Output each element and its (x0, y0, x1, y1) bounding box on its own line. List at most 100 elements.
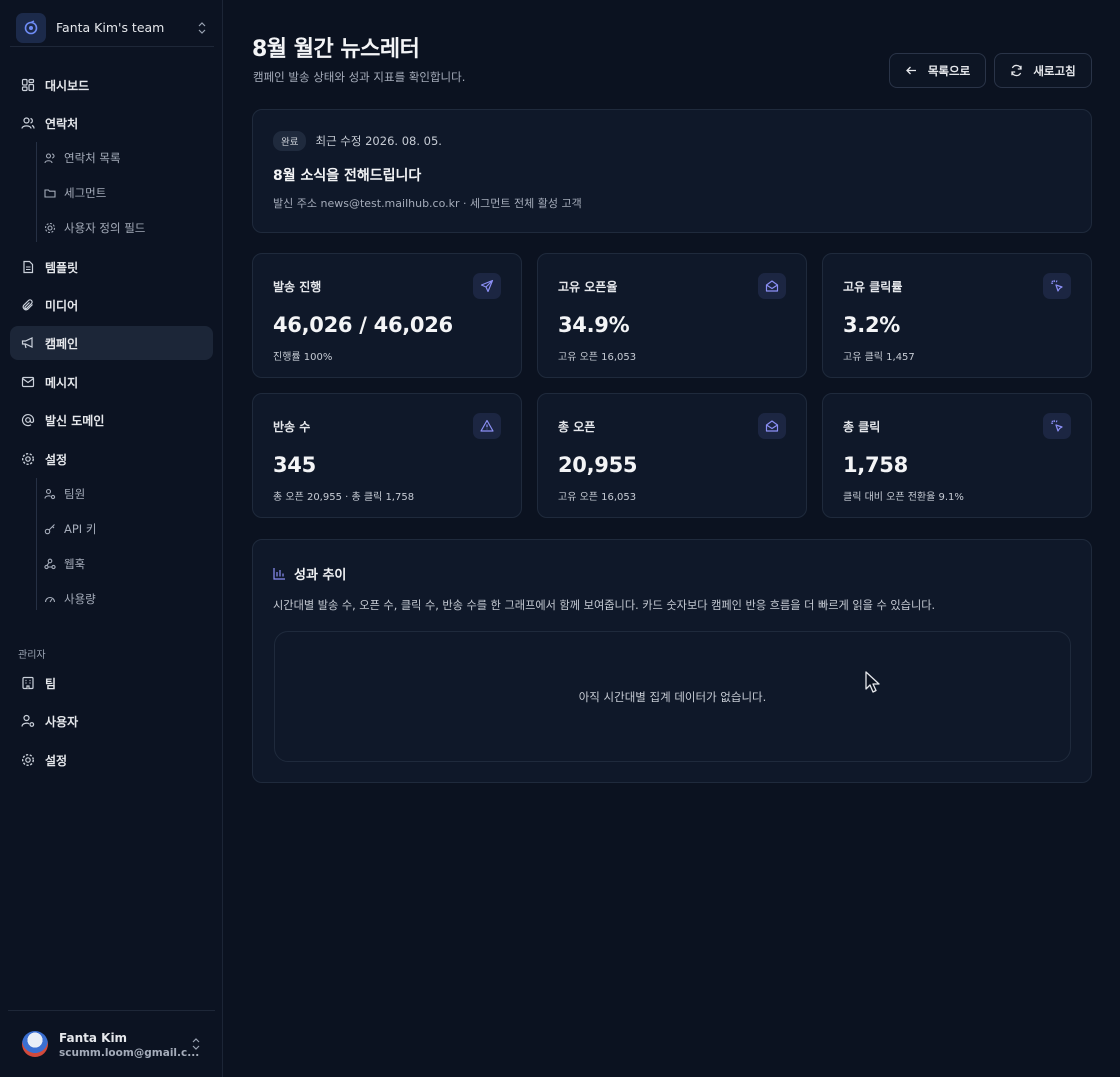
stat-sub: 총 오픈 20,955 · 총 클릭 1,758 (273, 492, 415, 503)
nav-messages-label: 메시지 (45, 375, 79, 390)
performance-trend-card: 성과 추이 시간대별 발송 수, 오픈 수, 클릭 수, 반송 수를 한 그래프… (252, 539, 1092, 783)
campaign-summary-card: 완료 최근 수정 2026. 08. 05. 8월 소식을 전해드립니다 발신 … (252, 109, 1092, 233)
nav-admin-users-label: 사용자 (45, 714, 79, 729)
nav-api-keys-label: API 키 (64, 522, 97, 536)
key-icon (44, 524, 55, 535)
nav-media[interactable]: 미디어 (10, 288, 213, 322)
nav-usage[interactable]: 사용량 (44, 584, 96, 614)
status-badge: 완료 (273, 131, 307, 151)
stat-sub: 고유 오픈 16,053 (558, 492, 637, 503)
nav-dashboard[interactable]: 대시보드 (10, 68, 213, 102)
nav-domains[interactable]: 발신 도메인 (10, 403, 213, 437)
warning-icon (473, 413, 501, 439)
stat-sub: 고유 클릭 1,457 (843, 352, 915, 363)
nav-admin-users[interactable]: 사용자 (10, 704, 213, 738)
mail-icon (21, 376, 35, 388)
click-icon (1043, 413, 1071, 439)
nav-usage-label: 사용량 (64, 592, 96, 606)
last-modified: 최근 수정 2026. 08. 05. (315, 134, 442, 148)
nav-webhooks-label: 웹훅 (64, 557, 86, 571)
stat-sub: 진행률 100% (273, 352, 333, 363)
mouse-cursor-icon (865, 671, 880, 693)
nav-admin-team[interactable]: 팀 (10, 666, 213, 700)
chevron-updown-icon (198, 21, 206, 34)
nav-admin-settings-label: 설정 (45, 753, 68, 768)
avatar (22, 1031, 48, 1057)
mail-open-icon (758, 413, 786, 439)
users-icon (21, 117, 35, 129)
nav-campaigns-label: 캠페인 (45, 336, 79, 351)
send-icon (473, 273, 501, 299)
paperclip-icon (22, 299, 33, 311)
stat-value: 3.2% (843, 313, 901, 337)
nav-campaigns[interactable]: 캠페인 (10, 326, 213, 360)
webhook-icon (44, 558, 56, 570)
folder-icon (44, 189, 56, 198)
user-cog-icon (44, 488, 56, 500)
stat-value: 345 (273, 453, 316, 477)
megaphone-icon (21, 337, 33, 349)
nav-custom-fields[interactable]: 사용자 정의 필드 (44, 213, 145, 243)
back-to-list-button[interactable]: 목록으로 (889, 53, 986, 88)
empty-state-text: 아직 시간대별 집계 데이터가 없습니다. (578, 689, 767, 704)
stat-label: 발송 진행 (273, 280, 322, 294)
building-icon (22, 676, 34, 690)
gauge-icon (44, 596, 56, 603)
nav-segments[interactable]: 세그먼트 (44, 178, 106, 208)
nav-media-label: 미디어 (45, 298, 79, 313)
gear-icon (21, 753, 35, 767)
chart-empty-state: 아직 시간대별 집계 데이터가 없습니다. (274, 631, 1071, 762)
sidebar: Fanta Kim's team 대시보드 연락처 연락처 목록 세그먼트 사용… (0, 0, 223, 1077)
click-icon (1043, 273, 1071, 299)
refresh-button-label: 새로고침 (1033, 63, 1076, 78)
trend-title: 성과 추이 (294, 568, 347, 583)
stat-label: 반송 수 (273, 420, 311, 434)
nav-contact-list-label: 연락처 목록 (64, 151, 121, 165)
nav-contacts-label: 연락처 (45, 116, 79, 131)
user-menu[interactable]: Fanta Kim scumm.loom@gmail.c... (8, 1010, 215, 1077)
stat-card-unique-click-rate: 고유 클릭률 3.2% 고유 클릭 1,457 (822, 253, 1092, 378)
nav-contacts[interactable]: 연락처 (10, 106, 213, 140)
refresh-button[interactable]: 새로고침 (994, 53, 1092, 88)
stat-label: 고유 오픈율 (558, 280, 618, 294)
nav-api-keys[interactable]: API 키 (44, 514, 96, 544)
stat-label: 고유 클릭률 (843, 280, 903, 294)
nav-admin-settings[interactable]: 설정 (10, 743, 213, 777)
stat-label: 총 클릭 (843, 420, 881, 434)
stat-card-total-opens: 총 오픈 20,955 고유 오픈 16,053 (537, 393, 807, 518)
stat-value: 1,758 (843, 453, 908, 477)
team-logo-icon (16, 12, 46, 43)
bar-chart-icon (273, 568, 285, 580)
user-name: Fanta Kim (59, 1031, 128, 1045)
contacts-subnav-line (36, 142, 37, 242)
stat-value: 34.9% (558, 313, 630, 337)
nav-members-label: 팀원 (64, 487, 86, 501)
nav-webhooks[interactable]: 웹훅 (44, 549, 85, 579)
team-name: Fanta Kim's team (56, 20, 165, 35)
settings-subnav-line (36, 478, 37, 610)
chevron-updown-icon (192, 1038, 200, 1050)
refresh-icon (1011, 64, 1022, 77)
dashboard-icon (21, 78, 35, 92)
stat-label: 총 오픈 (558, 420, 596, 434)
stat-card-bounces: 반송 수 345 총 오픈 20,955 · 총 클릭 1,758 (252, 393, 522, 518)
nav-contact-list[interactable]: 연락처 목록 (44, 143, 121, 173)
team-switcher[interactable]: Fanta Kim's team (10, 9, 214, 47)
stat-sub: 클릭 대비 오픈 전환율 9.1% (843, 492, 964, 503)
user-email: scumm.loom@gmail.c... (59, 1047, 200, 1059)
at-sign-icon (21, 414, 35, 427)
nav-templates-label: 템플릿 (45, 260, 79, 275)
nav-settings[interactable]: 설정 (10, 442, 213, 476)
nav-members[interactable]: 팀원 (44, 479, 85, 509)
nav-dashboard-label: 대시보드 (45, 78, 90, 93)
stat-card-send-progress: 발송 진행 46,026 / 46,026 진행률 100% (252, 253, 522, 378)
page-subtitle: 캠페인 발송 상태와 성과 지표를 확인합니다. (253, 70, 466, 84)
mail-open-icon (758, 273, 786, 299)
nav-templates[interactable]: 템플릿 (10, 250, 213, 284)
campaign-subject: 8월 소식을 전해드립니다 (273, 168, 422, 184)
users-icon (44, 153, 55, 164)
nav-messages[interactable]: 메시지 (10, 365, 213, 399)
stat-card-total-clicks: 총 클릭 1,758 클릭 대비 오픈 전환율 9.1% (822, 393, 1092, 518)
stat-sub: 고유 오픈 16,053 (558, 352, 637, 363)
nav-domains-label: 발신 도메인 (45, 413, 105, 428)
